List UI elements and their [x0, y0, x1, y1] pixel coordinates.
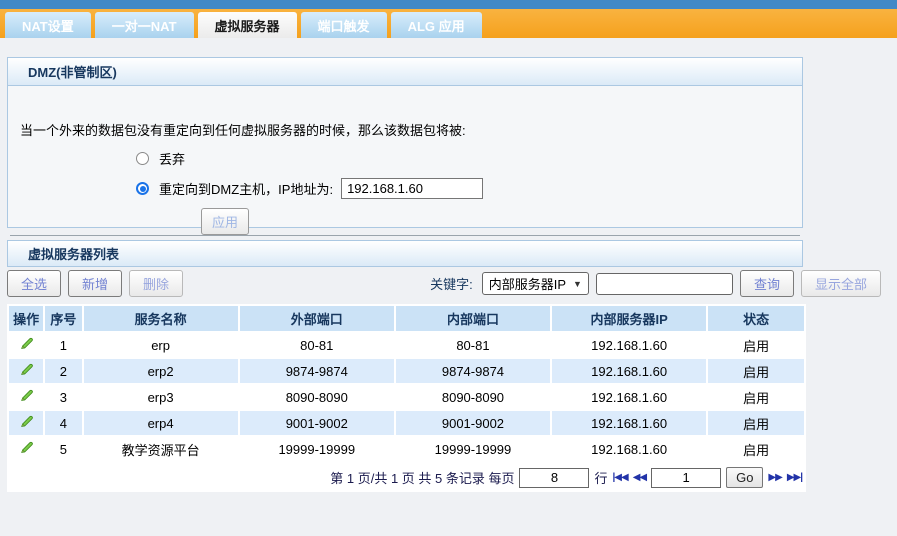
col-service-name: 服务名称 [83, 306, 238, 331]
col-internal-port: 内部端口 [395, 306, 551, 331]
cell-external-port: 19999-19999 [239, 437, 394, 461]
last-page-icon[interactable]: ▶▶| [787, 472, 803, 483]
page-summary: 第 1 页/共 1 页 共 5 条记录 每页 [330, 471, 515, 486]
apply-button[interactable]: 应用 [201, 208, 249, 235]
cell-internal-port: 9001-9002 [395, 411, 551, 435]
virtual-server-table: 操作 序号 服务名称 外部端口 内部端口 内部服务器IP 状态 1 erp 80… [7, 304, 806, 463]
tab-virtual-server[interactable]: 虚拟服务器 [197, 12, 297, 38]
first-page-icon[interactable]: |◀◀ [613, 472, 629, 483]
table-row: 1 erp 80-81 80-81 192.168.1.60 启用 [9, 333, 804, 357]
cell-external-port: 9874-9874 [239, 359, 394, 383]
show-all-button[interactable]: 显示全部 [800, 270, 881, 297]
cell-external-port: 8090-8090 [239, 385, 394, 409]
cell-service-name: erp2 [83, 359, 238, 383]
edit-pencil-icon[interactable] [19, 388, 34, 403]
dmz-panel: DMZ(非管制区) 当一个外来的数据包没有重定向到任何虚拟服务器的时候，那么该数… [7, 57, 803, 236]
cell-internal-server-ip: 192.168.1.60 [552, 411, 707, 435]
cell-service-name: erp3 [83, 385, 238, 409]
tab-nat-settings[interactable]: NAT设置 [5, 12, 91, 38]
dmz-panel-body: 当一个外来的数据包没有重定向到任何虚拟服务器的时候，那么该数据包将被: 丢弃 重… [8, 86, 802, 244]
delete-button[interactable]: 删除 [129, 270, 184, 297]
table-row: 4 erp4 9001-9002 9001-9002 192.168.1.60 … [9, 411, 804, 435]
table-row: 3 erp3 8090-8090 8090-8090 192.168.1.60 … [9, 385, 804, 409]
cell-index: 3 [45, 385, 82, 409]
cell-internal-server-ip: 192.168.1.60 [552, 333, 707, 357]
select-all-button[interactable]: 全选 [7, 270, 62, 297]
edit-pencil-icon[interactable] [19, 440, 34, 455]
redirect-dmz-radio[interactable] [136, 182, 149, 195]
list-toolbar: 全选 新增 删除 关键字: 内部服务器IP ▼ 查询 显示全部 [7, 269, 881, 298]
go-button[interactable]: Go [726, 467, 764, 488]
virtual-server-list-title: 虚拟服务器列表 [8, 241, 802, 266]
cell-status: 启用 [708, 411, 804, 435]
table-row: 2 erp2 9874-9874 9874-9874 192.168.1.60 … [9, 359, 804, 383]
rows-suffix-label: 行 [594, 471, 608, 486]
cell-internal-port: 9874-9874 [395, 359, 551, 383]
dmz-divider [10, 235, 800, 236]
cell-internal-server-ip: 192.168.1.60 [552, 437, 707, 461]
dmz-panel-title: DMZ(非管制区) [8, 58, 802, 86]
cell-index: 1 [45, 333, 82, 357]
table-header-row: 操作 序号 服务名称 外部端口 内部端口 内部服务器IP 状态 [9, 306, 804, 331]
tab-alg-application[interactable]: ALG 应用 [390, 12, 482, 38]
col-external-port: 外部端口 [239, 306, 394, 331]
keyword-search-input[interactable] [595, 272, 733, 295]
page-number-input[interactable] [651, 467, 722, 488]
cell-service-name: 教学资源平台 [83, 437, 238, 461]
next-page-icon[interactable]: ▶▶ [768, 472, 782, 483]
edit-pencil-icon[interactable] [19, 362, 34, 377]
virtual-server-list-panel: 虚拟服务器列表 [7, 240, 803, 267]
tab-one-to-one-nat[interactable]: 一对一NAT [94, 12, 194, 38]
col-actions: 操作 [9, 306, 44, 331]
nat-tab-bar: NAT设置 一对一NAT 虚拟服务器 端口触发 ALG 应用 [0, 9, 897, 38]
keyword-select[interactable]: 内部服务器IP ▼ [481, 272, 589, 295]
table-row: 5 教学资源平台 19999-19999 19999-19999 192.168… [9, 437, 804, 461]
tab-port-trigger[interactable]: 端口触发 [300, 12, 387, 38]
edit-pencil-icon[interactable] [19, 414, 34, 429]
previous-page-icon[interactable]: ◀◀ [633, 472, 647, 483]
cell-internal-server-ip: 192.168.1.60 [552, 385, 707, 409]
cell-index: 2 [45, 359, 82, 383]
dmz-description: 当一个外来的数据包没有重定向到任何虚拟服务器的时候，那么该数据包将被: [20, 123, 466, 138]
query-button[interactable]: 查询 [739, 270, 794, 297]
drop-radio-label: 丢弃 [159, 152, 186, 167]
add-button[interactable]: 新增 [68, 270, 123, 297]
cell-internal-port: 8090-8090 [395, 385, 551, 409]
chevron-down-icon: ▼ [573, 278, 582, 289]
cell-service-name: erp [83, 333, 238, 357]
cell-internal-port: 19999-19999 [395, 437, 551, 461]
top-banner [0, 0, 897, 9]
per-page-input[interactable] [519, 467, 590, 488]
edit-pencil-icon[interactable] [19, 336, 34, 351]
cell-status: 启用 [708, 333, 804, 357]
cell-internal-server-ip: 192.168.1.60 [552, 359, 707, 383]
drop-radio[interactable] [136, 152, 149, 165]
col-status: 状态 [708, 306, 804, 331]
redirect-dmz-label: 重定向到DMZ主机，IP地址为: [159, 182, 334, 197]
cell-index: 4 [45, 411, 82, 435]
cell-status: 启用 [708, 437, 804, 461]
col-index: 序号 [45, 306, 82, 331]
cell-service-name: erp4 [83, 411, 238, 435]
keyword-label: 关键字: [430, 277, 473, 292]
col-internal-server-ip: 内部服务器IP [552, 306, 707, 331]
cell-index: 5 [45, 437, 82, 461]
cell-status: 启用 [708, 385, 804, 409]
cell-external-port: 9001-9002 [239, 411, 394, 435]
pagination-bar: 第 1 页/共 1 页 共 5 条记录 每页 行 |◀◀ ◀◀ Go ▶▶ ▶▶… [7, 463, 806, 492]
cell-internal-port: 80-81 [395, 333, 551, 357]
dmz-ip-input[interactable] [341, 178, 484, 199]
cell-external-port: 80-81 [239, 333, 394, 357]
cell-status: 启用 [708, 359, 804, 383]
keyword-select-value: 内部服务器IP [488, 277, 567, 292]
